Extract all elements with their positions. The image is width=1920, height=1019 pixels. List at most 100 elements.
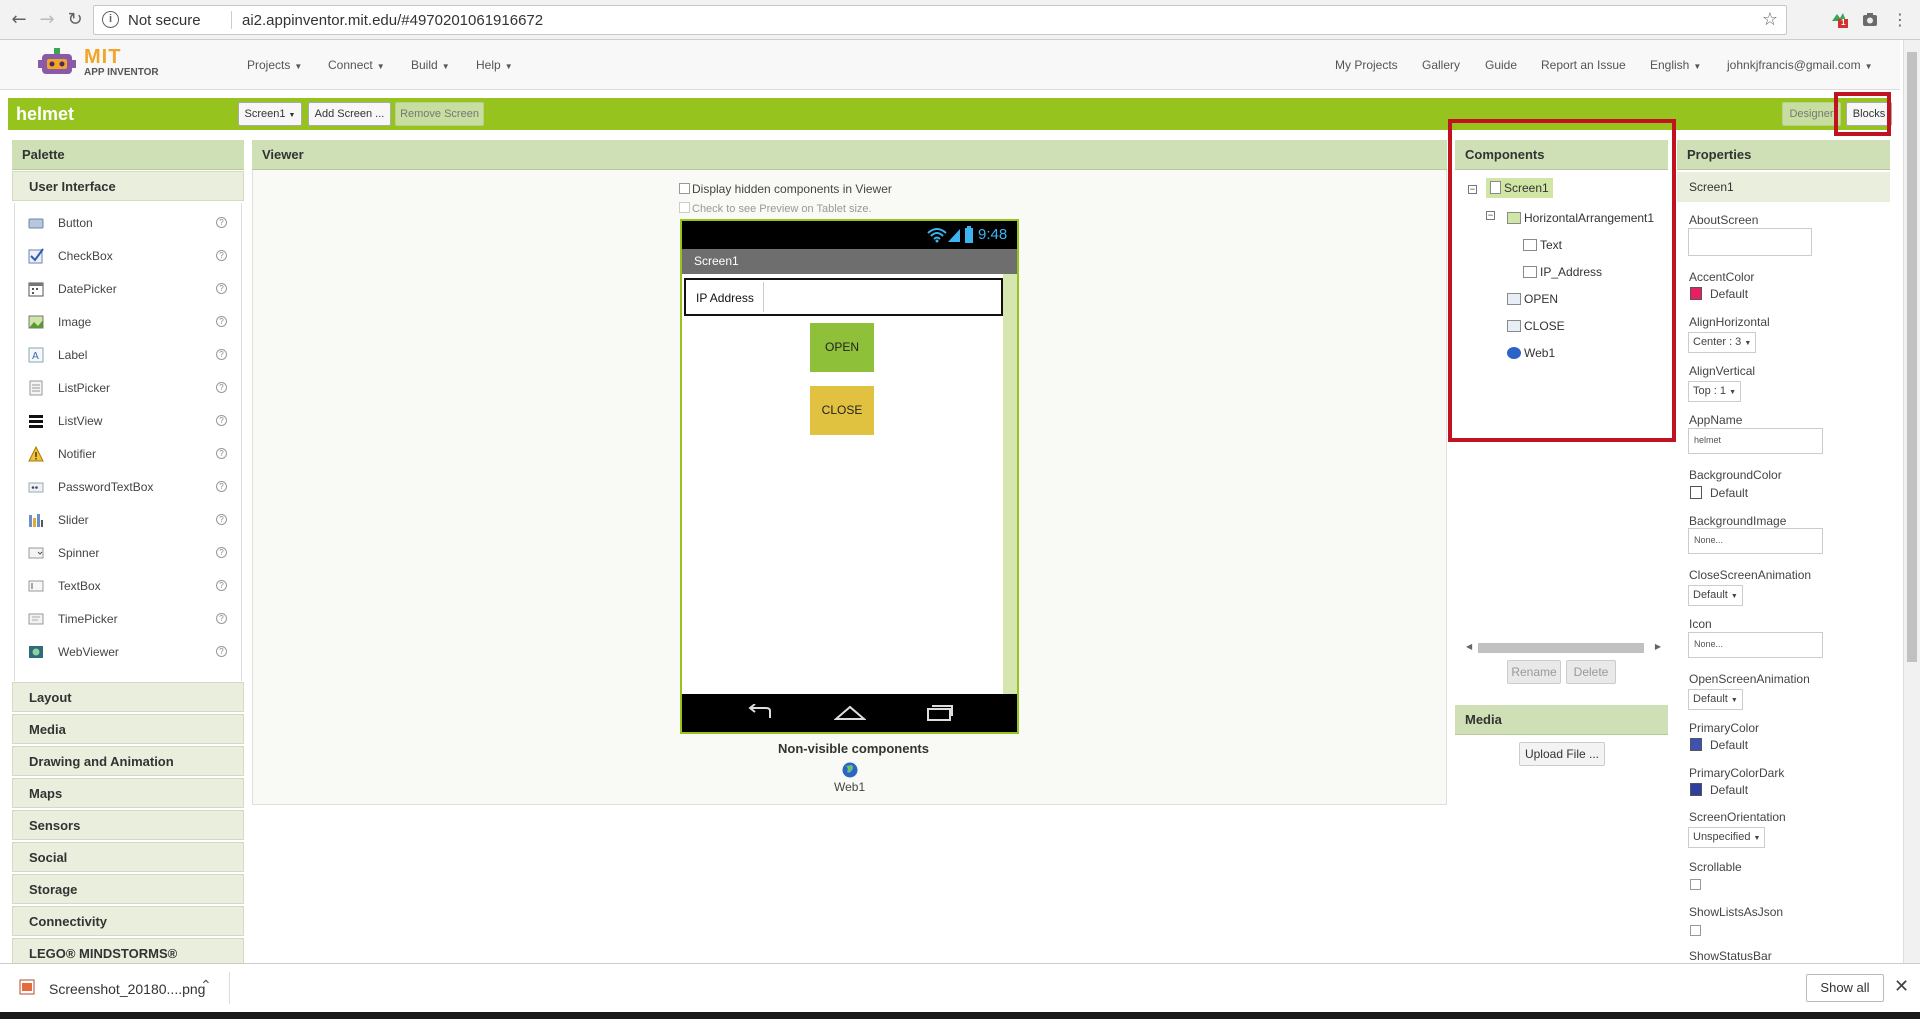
close-button[interactable]: CLOSE: [810, 386, 874, 435]
url-text[interactable]: ai2.appinventor.mit.edu/#497020106191667…: [242, 12, 543, 29]
nonvisible-web1-label[interactable]: Web1: [834, 780, 865, 794]
help-icon[interactable]: ?: [216, 283, 227, 294]
rename-button[interactable]: Rename: [1507, 660, 1561, 684]
primary-color-value[interactable]: Default: [1710, 738, 1748, 752]
palette-item-label[interactable]: A Label ?: [15, 338, 241, 371]
help-icon[interactable]: ?: [216, 547, 227, 558]
palette-item-button[interactable]: Button ?: [15, 206, 241, 239]
chevron-up-icon[interactable]: ⌃: [200, 977, 212, 994]
primary-color-swatch[interactable]: [1690, 738, 1702, 751]
icon-input[interactable]: None...: [1688, 632, 1823, 658]
components-hscrollbar[interactable]: ◀ ▶: [1466, 642, 1661, 654]
menu-connect[interactable]: Connect ▼: [328, 58, 385, 72]
palette-category-drawing[interactable]: Drawing and Animation: [12, 746, 244, 776]
checkbox[interactable]: [679, 202, 690, 213]
help-icon[interactable]: ?: [216, 382, 227, 393]
close-icon[interactable]: ✕: [1894, 976, 1909, 997]
add-screen-button[interactable]: Add Screen ...: [308, 102, 391, 126]
help-icon[interactable]: ?: [216, 481, 227, 492]
primary-color-dark-swatch[interactable]: [1690, 783, 1702, 796]
camera-extension-icon[interactable]: [1860, 9, 1880, 29]
designer-button[interactable]: Designer: [1782, 102, 1841, 126]
forward-icon[interactable]: →: [36, 9, 58, 31]
help-icon[interactable]: ?: [216, 613, 227, 624]
primary-color-dark-value[interactable]: Default: [1710, 783, 1748, 797]
download-file-name[interactable]: Screenshot_20180....png: [49, 981, 205, 997]
palette-item-checkbox[interactable]: CheckBox ?: [15, 239, 241, 272]
palette-category-user-interface[interactable]: User Interface: [12, 171, 244, 201]
align-vertical-select[interactable]: Top : 1 ▼: [1688, 381, 1742, 402]
scroll-thumb[interactable]: [1478, 643, 1644, 653]
app-inventor-logo[interactable]: [38, 46, 88, 84]
scrollable-checkbox[interactable]: [1690, 879, 1701, 890]
palette-item-passwordtextbox[interactable]: PasswordTextBox ?: [15, 470, 241, 503]
background-color-value[interactable]: Default: [1710, 486, 1748, 500]
app-name-input[interactable]: helmet: [1688, 428, 1823, 454]
open-animation-select[interactable]: Default ▼: [1688, 689, 1743, 710]
bookmark-star-icon[interactable]: ☆: [1762, 9, 1778, 30]
background-color-swatch[interactable]: [1690, 486, 1702, 499]
palette-item-listpicker[interactable]: ListPicker ?: [15, 371, 241, 404]
page-scrollbar[interactable]: [1903, 40, 1920, 963]
show-lists-checkbox[interactable]: [1690, 925, 1701, 936]
background-image-input[interactable]: None...: [1688, 528, 1823, 554]
scroll-left-icon[interactable]: ◀: [1466, 642, 1472, 651]
palette-item-textbox[interactable]: TextBox ?: [15, 569, 241, 602]
palette-item-image[interactable]: Image ?: [15, 305, 241, 338]
palette-category-social[interactable]: Social: [12, 842, 244, 872]
reload-icon[interactable]: ↻: [64, 9, 86, 31]
checkbox[interactable]: [679, 183, 690, 194]
show-all-button[interactable]: Show all: [1806, 974, 1884, 1002]
info-icon[interactable]: i: [102, 11, 119, 28]
report-issue-link[interactable]: Report an Issue: [1541, 58, 1626, 72]
delete-button[interactable]: Delete: [1566, 660, 1616, 684]
screen-select[interactable]: Screen1 ▼: [238, 102, 302, 126]
help-icon[interactable]: ?: [216, 514, 227, 525]
palette-item-datepicker[interactable]: DatePicker ?: [15, 272, 241, 305]
help-icon[interactable]: ?: [216, 415, 227, 426]
about-screen-textarea[interactable]: [1688, 228, 1812, 256]
help-icon[interactable]: ?: [216, 349, 227, 360]
browser-menu-icon[interactable]: ⋮: [1889, 9, 1911, 31]
help-icon[interactable]: ?: [216, 646, 227, 657]
gallery-link[interactable]: Gallery: [1422, 58, 1460, 72]
help-icon[interactable]: ?: [216, 250, 227, 261]
language-menu[interactable]: English ▼: [1650, 58, 1701, 72]
palette-category-maps[interactable]: Maps: [12, 778, 244, 808]
close-animation-select[interactable]: Default ▼: [1688, 585, 1743, 606]
menu-help[interactable]: Help ▼: [476, 58, 513, 72]
palette-item-slider[interactable]: Slider ?: [15, 503, 241, 536]
palette-item-webviewer[interactable]: WebViewer ?: [15, 635, 241, 668]
palette-category-sensors[interactable]: Sensors: [12, 810, 244, 840]
menu-build[interactable]: Build ▼: [411, 58, 450, 72]
palette-category-storage[interactable]: Storage: [12, 874, 244, 904]
remove-screen-button[interactable]: Remove Screen: [395, 102, 484, 126]
tablet-preview-toggle[interactable]: Check to see Preview on Tablet size.: [679, 202, 872, 215]
palette-category-connectivity[interactable]: Connectivity: [12, 906, 244, 936]
palette-item-listview[interactable]: ListView ?: [15, 404, 241, 437]
help-icon[interactable]: ?: [216, 580, 227, 591]
help-icon[interactable]: ?: [216, 448, 227, 459]
palette-item-spinner[interactable]: Spinner ?: [15, 536, 241, 569]
accent-color-value[interactable]: Default: [1710, 287, 1748, 301]
help-icon[interactable]: ?: [216, 217, 227, 228]
open-button[interactable]: OPEN: [810, 323, 874, 372]
palette-category-media[interactable]: Media: [12, 714, 244, 744]
align-horizontal-select[interactable]: Center : 3 ▼: [1688, 332, 1757, 353]
help-icon[interactable]: ?: [216, 316, 227, 327]
back-icon[interactable]: ←: [8, 9, 30, 31]
palette-category-layout[interactable]: Layout: [12, 682, 244, 712]
ip-address-label[interactable]: IP Address: [688, 282, 764, 312]
my-projects-link[interactable]: My Projects: [1335, 58, 1398, 72]
palette-item-notifier[interactable]: Notifier ?: [15, 437, 241, 470]
account-menu[interactable]: johnkjfrancis@gmail.com ▼: [1727, 58, 1872, 72]
menu-projects[interactable]: Projects ▼: [247, 58, 302, 72]
screen-orientation-select[interactable]: Unspecified ▼: [1688, 827, 1766, 848]
accent-color-swatch[interactable]: [1690, 287, 1702, 300]
guide-link[interactable]: Guide: [1485, 58, 1517, 72]
address-bar[interactable]: i Not secure ai2.appinventor.mit.edu/#49…: [93, 5, 1787, 35]
palette-item-timepicker[interactable]: TimePicker ?: [15, 602, 241, 635]
extension-icon[interactable]: 1: [1829, 9, 1849, 29]
hidden-components-toggle[interactable]: Display hidden components in Viewer: [679, 182, 892, 196]
page-scroll-thumb[interactable]: [1907, 52, 1917, 662]
